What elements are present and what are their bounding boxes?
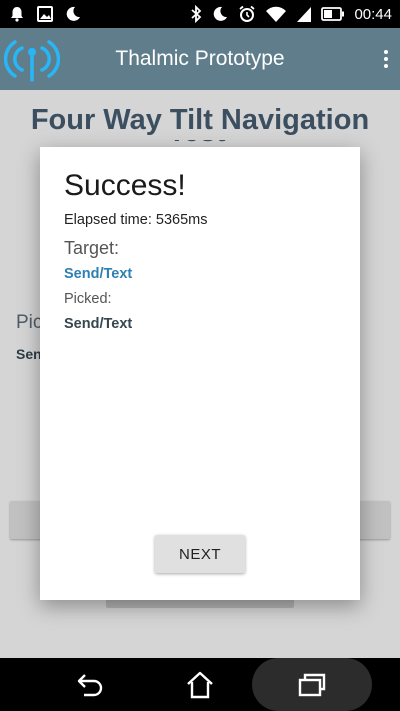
status-time: 00:44	[354, 5, 392, 23]
dialog-picked-label: Picked:	[64, 291, 112, 307]
status-bar-right: 00:44	[190, 4, 392, 24]
success-dialog: Success! Elapsed time: 5365ms Target: Se…	[40, 147, 360, 600]
wifi-icon	[265, 5, 287, 23]
overflow-menu-icon[interactable]	[378, 45, 394, 73]
status-bar: 00:44	[0, 0, 400, 28]
notification-bell-icon	[8, 5, 26, 23]
app-bar: Thalmic Prototype	[0, 28, 400, 90]
home-icon[interactable]	[170, 658, 230, 711]
target-label: Target:	[64, 238, 120, 258]
battery-icon	[321, 6, 345, 22]
elapsed-time-text: Elapsed time: 5365ms	[64, 212, 208, 228]
signal-icon	[296, 5, 312, 23]
next-button[interactable]: NEXT	[155, 535, 245, 573]
back-icon[interactable]	[60, 658, 120, 711]
dialog-picked-value: Send/Text	[64, 316, 133, 332]
moon-icon	[64, 5, 82, 23]
navigation-bar	[0, 658, 400, 711]
bluetooth-icon	[190, 5, 202, 23]
alarm-icon	[238, 5, 256, 23]
moon-icon	[211, 5, 229, 23]
recent-apps-icon[interactable]	[252, 658, 372, 711]
dialog-title: Success!	[64, 169, 186, 202]
image-icon	[36, 5, 54, 23]
target-value: Send/Text	[64, 266, 133, 282]
status-bar-left	[8, 4, 82, 24]
app-title: Thalmic Prototype	[115, 47, 285, 70]
